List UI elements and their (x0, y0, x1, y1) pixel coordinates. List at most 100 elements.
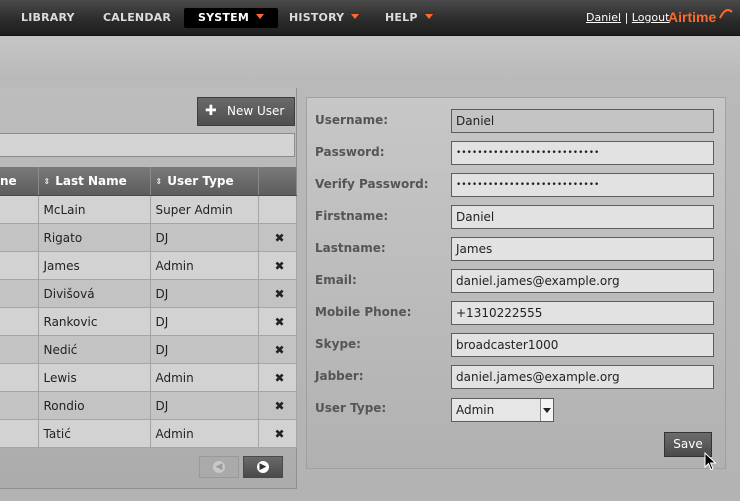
column-label: ne (0, 174, 17, 188)
table-row[interactable]: Rankovic DJ ✖ (0, 307, 297, 336)
username-field[interactable]: Daniel (451, 109, 714, 133)
top-navigation-bar: LIBRARY CALENDAR SYSTEM HISTORY HELP Dan… (0, 0, 740, 35)
user-type-cell: Admin (150, 251, 259, 280)
lastname-row: Lastname: James (315, 237, 715, 261)
user-type-value: Admin (456, 403, 495, 417)
chevron-down-icon (351, 14, 360, 19)
email-label: Email: (315, 273, 357, 287)
column-header-first-name[interactable]: ne (0, 167, 39, 196)
first-name-cell (0, 307, 39, 336)
password-label: Password: (315, 145, 385, 159)
last-name-cell: Lewis (38, 363, 151, 392)
delete-user-icon[interactable]: ✖ (258, 391, 297, 420)
skype-label: Skype: (315, 337, 361, 351)
first-name-cell (0, 391, 39, 420)
nav-system[interactable]: SYSTEM (184, 8, 278, 28)
column-label: Last Name (55, 174, 127, 188)
last-name-cell: James (38, 251, 151, 280)
lastname-label: Lastname: (315, 241, 386, 255)
skype-field[interactable]: broadcaster1000 (451, 333, 714, 357)
password-row: Password: ••••••••••••••••••••••••••• (315, 141, 715, 165)
lastname-field[interactable]: James (451, 237, 714, 261)
logo-arc-icon (719, 9, 733, 19)
table-header-row: ne ⇕ Last Name ⇕ User Type (0, 167, 297, 196)
user-type-cell: Super Admin (150, 195, 259, 224)
column-header-user-type[interactable]: ⇕ User Type (150, 167, 259, 196)
delete-user-icon[interactable]: ✖ (258, 335, 297, 364)
arrow-right-icon: ▶ (257, 461, 269, 473)
last-name-cell: McLain (38, 195, 151, 224)
delete-user-icon[interactable]: ✖ (258, 279, 297, 308)
last-name-cell: Rankovic (38, 307, 151, 336)
nav-library[interactable]: LIBRARY (21, 8, 75, 28)
new-user-button[interactable]: ✚ New User (197, 97, 295, 126)
verify-password-field[interactable]: ••••••••••••••••••••••••••• (451, 173, 714, 197)
jabber-label: Jabber: (315, 369, 364, 383)
previous-page-button[interactable]: ◀ (199, 456, 239, 478)
delete-user-icon[interactable]: ✖ (258, 363, 297, 392)
user-type-cell: DJ (150, 391, 259, 420)
mouse-pointer-icon (704, 452, 717, 471)
nav-help-label: HELP (385, 11, 418, 24)
user-links: Daniel | Logout (586, 11, 669, 24)
jabber-field[interactable]: daniel.james@example.org (451, 365, 714, 389)
username-row: Username: Daniel (315, 109, 715, 133)
table-row[interactable]: McLain Super Admin (0, 195, 297, 224)
delete-user-icon[interactable]: ✖ (258, 307, 297, 336)
delete-user-icon[interactable]: ✖ (258, 251, 297, 280)
delete-user-icon[interactable]: ✖ (258, 419, 297, 448)
nav-history[interactable]: HISTORY (289, 8, 360, 28)
next-page-button[interactable]: ▶ (243, 456, 283, 478)
user-type-cell: DJ (150, 335, 259, 364)
user-type-cell: DJ (150, 307, 259, 336)
jabber-row: Jabber: daniel.james@example.org (315, 365, 715, 389)
mobile-phone-row: Mobile Phone: +1310222555 (315, 301, 715, 325)
chevron-down-icon (255, 14, 264, 19)
current-user-link[interactable]: Daniel (586, 11, 621, 24)
table-row[interactable]: Lewis Admin ✖ (0, 363, 297, 392)
table-row[interactable]: Nedić DJ ✖ (0, 335, 297, 364)
nav-system-label: SYSTEM (198, 11, 249, 24)
mobile-phone-label: Mobile Phone: (315, 305, 412, 319)
table-row[interactable]: Tatić Admin ✖ (0, 419, 297, 448)
arrow-left-icon: ◀ (213, 461, 225, 473)
nav-history-label: HISTORY (289, 11, 345, 24)
user-type-select[interactable]: Admin (451, 398, 554, 422)
user-type-cell: Admin (150, 363, 259, 392)
chevron-down-icon (424, 14, 433, 19)
table-row[interactable]: James Admin ✖ (0, 251, 297, 280)
empty-action-cell (258, 195, 297, 224)
table-row[interactable]: Rigato DJ ✖ (0, 223, 297, 252)
verify-password-row: Verify Password: •••••••••••••••••••••••… (315, 173, 715, 197)
firstname-label: Firstname: (315, 209, 389, 223)
mobile-phone-field[interactable]: +1310222555 (451, 301, 714, 325)
username-label: Username: (315, 113, 389, 127)
skype-row: Skype: broadcaster1000 (315, 333, 715, 357)
first-name-cell (0, 363, 39, 392)
user-type-cell: Admin (150, 419, 259, 448)
plus-icon: ✚ (205, 103, 217, 119)
last-name-cell: Nedić (38, 335, 151, 364)
email-row: Email: daniel.james@example.org (315, 269, 715, 293)
sort-icon: ⇕ (43, 177, 51, 186)
email-field[interactable]: daniel.james@example.org (451, 269, 714, 293)
column-header-actions (258, 167, 297, 196)
first-name-cell (0, 419, 39, 448)
column-header-last-name[interactable]: ⇕ Last Name (38, 167, 151, 196)
logout-link[interactable]: Logout (632, 11, 670, 24)
firstname-field[interactable]: Daniel (451, 205, 714, 229)
last-name-cell: Tatić (38, 419, 151, 448)
dropdown-arrow-icon[interactable] (540, 399, 553, 421)
delete-user-icon[interactable]: ✖ (258, 223, 297, 252)
user-type-cell: DJ (150, 279, 259, 308)
password-field[interactable]: ••••••••••••••••••••••••••• (451, 141, 714, 165)
first-name-cell (0, 335, 39, 364)
table-row[interactable]: Divišová DJ ✖ (0, 279, 297, 308)
table-row[interactable]: Rondio DJ ✖ (0, 391, 297, 420)
first-name-cell (0, 251, 39, 280)
nav-calendar[interactable]: CALENDAR (103, 8, 171, 28)
user-filter-bar[interactable] (0, 133, 295, 157)
last-name-cell: Divišová (38, 279, 151, 308)
nav-help[interactable]: HELP (385, 8, 433, 28)
link-separator: | (624, 11, 629, 24)
